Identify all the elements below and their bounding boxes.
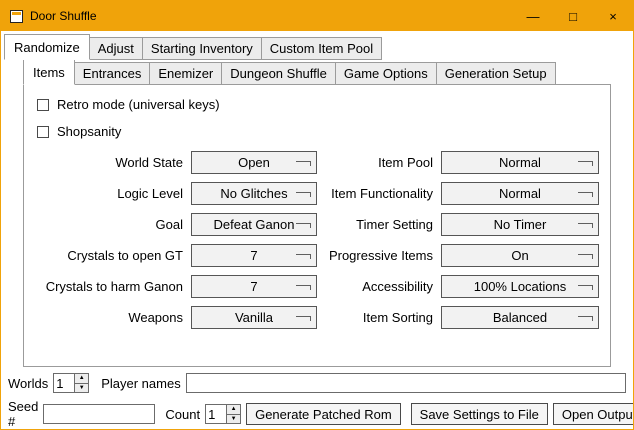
count-spin-buttons: ▲ ▼ bbox=[226, 405, 240, 423]
dropdown-indicator-icon bbox=[296, 254, 311, 259]
worlds-label: Worlds bbox=[8, 376, 48, 391]
item-functionality-label: Item Functionality bbox=[323, 186, 435, 201]
tab-custom-item-pool[interactable]: Custom Item Pool bbox=[262, 37, 382, 60]
worlds-spinbox: ▲ ▼ bbox=[53, 373, 89, 393]
item-sorting-dropdown[interactable]: Balanced bbox=[441, 306, 599, 329]
titlebar[interactable]: Door Shuffle — □ × bbox=[1, 1, 633, 31]
count-spinbox: ▲ ▼ bbox=[205, 404, 241, 424]
world-state-label: World State bbox=[35, 155, 185, 170]
worlds-row: Worlds ▲ ▼ Player names bbox=[8, 373, 626, 393]
item-pool-dropdown[interactable]: Normal bbox=[441, 151, 599, 174]
crystals-to-open-gt-label: Crystals to open GT bbox=[35, 248, 185, 263]
tab-entrances[interactable]: Entrances bbox=[75, 62, 151, 85]
weapons-value: Vanilla bbox=[235, 310, 273, 325]
sub-tab-bar: Items Entrances Enemizer Dungeon Shuffle… bbox=[23, 59, 611, 85]
crystals-to-harm-ganon-value: 7 bbox=[250, 279, 257, 294]
world-state-value: Open bbox=[238, 155, 270, 170]
timer-setting-dropdown[interactable]: No Timer bbox=[441, 213, 599, 236]
crystals-to-harm-ganon-dropdown[interactable]: 7 bbox=[191, 275, 317, 298]
player-names-label: Player names bbox=[101, 376, 180, 391]
item-pool-value: Normal bbox=[499, 155, 541, 170]
main-tab-bar: Randomize Adjust Starting Inventory Cust… bbox=[4, 34, 382, 60]
shopsanity-row: Shopsanity bbox=[37, 124, 599, 139]
dropdown-indicator-icon bbox=[296, 223, 311, 228]
seed-input[interactable] bbox=[43, 404, 155, 424]
goal-label: Goal bbox=[35, 217, 185, 232]
tab-dungeon-shuffle[interactable]: Dungeon Shuffle bbox=[222, 62, 336, 85]
generate-patched-rom-button[interactable]: Generate Patched Rom bbox=[246, 403, 401, 425]
timer-setting-label: Timer Setting bbox=[323, 217, 435, 232]
world-state-dropdown[interactable]: Open bbox=[191, 151, 317, 174]
weapons-dropdown[interactable]: Vanilla bbox=[191, 306, 317, 329]
goal-dropdown[interactable]: Defeat Ganon bbox=[191, 213, 317, 236]
progressive-items-value: On bbox=[511, 248, 528, 263]
tab-generation-setup[interactable]: Generation Setup bbox=[437, 62, 556, 85]
shopsanity-checkbox[interactable] bbox=[37, 126, 49, 138]
retro-mode-row: Retro mode (universal keys) bbox=[37, 97, 599, 112]
dropdown-indicator-icon bbox=[296, 192, 311, 197]
dropdown-indicator-icon bbox=[296, 316, 311, 321]
dropdown-indicator-icon bbox=[578, 223, 593, 228]
item-sorting-value: Balanced bbox=[493, 310, 547, 325]
tab-game-options[interactable]: Game Options bbox=[336, 62, 437, 85]
logic-level-value: No Glitches bbox=[220, 186, 287, 201]
crystals-to-open-gt-dropdown[interactable]: 7 bbox=[191, 244, 317, 267]
dropdown-indicator-icon bbox=[578, 161, 593, 166]
retro-mode-checkbox[interactable] bbox=[37, 99, 49, 111]
crystals-to-harm-ganon-label: Crystals to harm Ganon bbox=[35, 279, 185, 294]
tab-starting-inventory[interactable]: Starting Inventory bbox=[143, 37, 262, 60]
dropdown-indicator-icon bbox=[578, 285, 593, 290]
close-button[interactable]: × bbox=[593, 1, 633, 31]
accessibility-value: 100% Locations bbox=[474, 279, 567, 294]
item-sorting-label: Item Sorting bbox=[323, 310, 435, 325]
weapons-label: Weapons bbox=[35, 310, 185, 325]
dropdown-indicator-icon bbox=[578, 192, 593, 197]
logic-level-label: Logic Level bbox=[35, 186, 185, 201]
item-pool-label: Item Pool bbox=[323, 155, 435, 170]
retro-mode-label: Retro mode (universal keys) bbox=[57, 97, 220, 112]
window-title: Door Shuffle bbox=[30, 9, 97, 23]
app-icon bbox=[10, 10, 23, 23]
tab-randomize[interactable]: Randomize bbox=[4, 34, 90, 60]
spin-up-icon[interactable]: ▲ bbox=[227, 405, 240, 414]
items-pane: Retro mode (universal keys) Shopsanity W… bbox=[23, 84, 611, 367]
randomize-notebook: Items Entrances Enemizer Dungeon Shuffle… bbox=[23, 59, 611, 367]
seed-label: Seed # bbox=[8, 399, 38, 429]
logic-level-dropdown[interactable]: No Glitches bbox=[191, 182, 317, 205]
goal-value: Defeat Ganon bbox=[214, 217, 295, 232]
worlds-spin-buttons: ▲ ▼ bbox=[74, 374, 88, 392]
accessibility-label: Accessibility bbox=[323, 279, 435, 294]
tab-items[interactable]: Items bbox=[23, 59, 75, 85]
save-settings-button[interactable]: Save Settings to File bbox=[411, 403, 548, 425]
window-controls: — □ × bbox=[513, 1, 633, 31]
option-fields-grid: World State Open Item Pool Normal Logic … bbox=[35, 151, 599, 329]
spin-down-icon[interactable]: ▼ bbox=[75, 383, 88, 393]
progressive-items-label: Progressive Items bbox=[323, 248, 435, 263]
door-shuffle-window: Door Shuffle — □ × Randomize Adjust Star… bbox=[0, 0, 634, 430]
tab-adjust[interactable]: Adjust bbox=[90, 37, 143, 60]
crystals-to-open-gt-value: 7 bbox=[250, 248, 257, 263]
shopsanity-label: Shopsanity bbox=[57, 124, 121, 139]
dropdown-indicator-icon bbox=[578, 254, 593, 259]
spin-down-icon[interactable]: ▼ bbox=[227, 414, 240, 424]
player-names-input[interactable] bbox=[186, 373, 626, 393]
seed-row: Seed # Count ▲ ▼ Generate Patched Rom Sa… bbox=[8, 399, 626, 429]
accessibility-dropdown[interactable]: 100% Locations bbox=[441, 275, 599, 298]
item-functionality-value: Normal bbox=[499, 186, 541, 201]
dropdown-indicator-icon bbox=[296, 285, 311, 290]
timer-setting-value: No Timer bbox=[494, 217, 547, 232]
count-input[interactable] bbox=[206, 405, 226, 423]
maximize-button[interactable]: □ bbox=[553, 1, 593, 31]
minimize-button[interactable]: — bbox=[513, 1, 553, 31]
progressive-items-dropdown[interactable]: On bbox=[441, 244, 599, 267]
open-output-directory-button[interactable]: Open Output Directory bbox=[553, 403, 634, 425]
tab-enemizer[interactable]: Enemizer bbox=[150, 62, 222, 85]
item-functionality-dropdown[interactable]: Normal bbox=[441, 182, 599, 205]
worlds-input[interactable] bbox=[54, 374, 74, 392]
dropdown-indicator-icon bbox=[578, 316, 593, 321]
dropdown-indicator-icon bbox=[296, 161, 311, 166]
count-label: Count bbox=[165, 407, 200, 422]
spin-up-icon[interactable]: ▲ bbox=[75, 374, 88, 383]
